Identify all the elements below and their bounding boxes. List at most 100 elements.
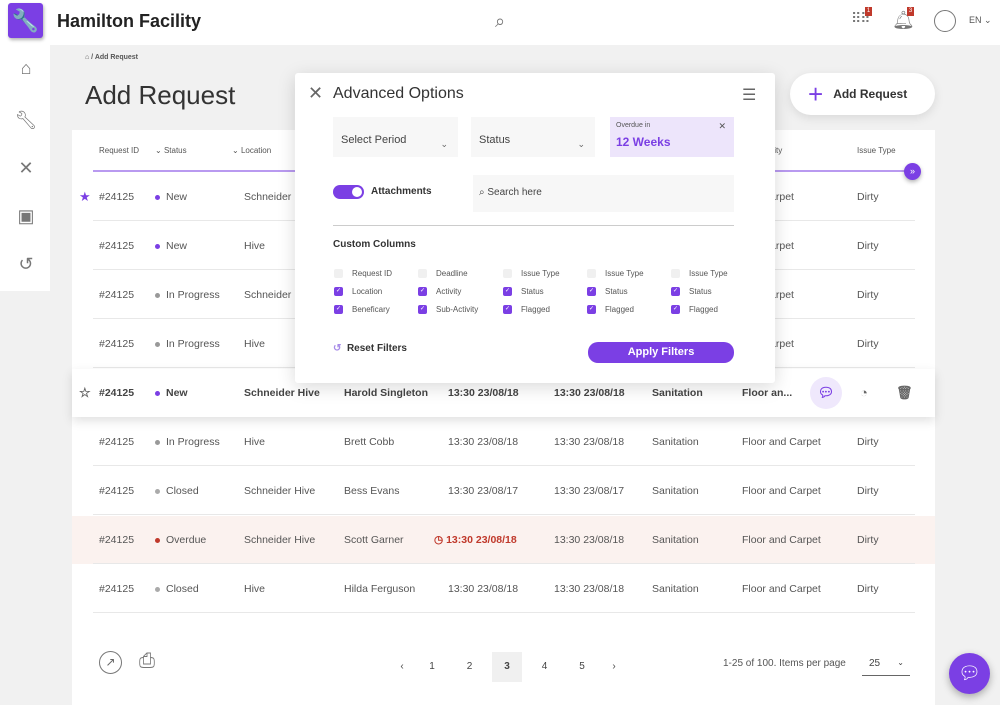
language-select[interactable]: EN ⌄ bbox=[969, 15, 992, 26]
pagination-summary: 1-25 of 100. Items per page bbox=[723, 658, 846, 669]
user-avatar-icon[interactable] bbox=[934, 10, 956, 32]
items-per-page-select[interactable]: 25 ⌄ bbox=[862, 652, 910, 676]
history-icon[interactable]: ↺ bbox=[14, 254, 38, 278]
cell-location: Schneider Hive bbox=[244, 485, 316, 497]
checkbox-label: Sub-Activity bbox=[436, 305, 479, 314]
print-icon[interactable]: ⎙ bbox=[139, 650, 155, 673]
add-tool-icon[interactable]: 🔧︎ bbox=[14, 110, 38, 134]
column-checkbox[interactable]: Request ID bbox=[334, 269, 393, 279]
resolve-icon[interactable]: ◔ bbox=[860, 369, 868, 417]
column-checkbox[interactable]: ✓ Activity bbox=[418, 287, 462, 297]
column-checkbox[interactable]: ✓ Beneficary bbox=[334, 305, 390, 315]
cell-deadline: 13:30 23/08/18 bbox=[554, 436, 625, 448]
column-checkbox[interactable]: ✓ Flagged bbox=[503, 305, 550, 315]
status-label: Overdue bbox=[166, 534, 207, 546]
table-row[interactable]: #24125 Closed Hive Hilda Ferguson 13:30 23/0… bbox=[72, 565, 935, 613]
cell-activity: Sanitation bbox=[652, 485, 699, 497]
status-select[interactable]: Status ⌄ bbox=[471, 117, 595, 157]
sliders-icon[interactable]: ☰ bbox=[742, 85, 756, 105]
comment-icon[interactable]: 💬︎ bbox=[810, 377, 842, 409]
cell-status: New bbox=[155, 222, 187, 270]
add-request-button[interactable]: + Add Request bbox=[790, 73, 935, 115]
reset-filters-button[interactable]: ↺ Reset Filters bbox=[333, 343, 407, 354]
column-checkbox[interactable]: Issue Type bbox=[671, 269, 728, 279]
tools-icon[interactable]: ✕ bbox=[14, 158, 38, 182]
search-input[interactable]: ⌕ Search here bbox=[473, 175, 734, 212]
overdue-date: 13:30 23/08/18 bbox=[446, 534, 517, 546]
cell-issue: Dirty bbox=[857, 240, 879, 252]
modal-title: Advanced Options bbox=[333, 85, 464, 102]
next-page-button[interactable]: › bbox=[599, 652, 629, 682]
page-button[interactable]: 1 bbox=[417, 652, 447, 682]
checkbox-checked-icon: ✓ bbox=[334, 305, 343, 315]
star-icon[interactable]: ★ bbox=[79, 173, 91, 221]
cell-id: #24125 bbox=[99, 387, 135, 399]
header-issue-type[interactable]: Issue Type bbox=[857, 146, 896, 155]
column-checkbox[interactable]: Issue Type bbox=[587, 269, 644, 279]
checkbox-label: Issue Type bbox=[605, 269, 644, 278]
status-dot bbox=[155, 341, 160, 347]
column-checkbox[interactable]: ✓ Sub-Activity bbox=[418, 305, 479, 315]
status-label: Closed bbox=[166, 583, 199, 595]
language-label: EN bbox=[969, 15, 982, 25]
cell-id: #24125 bbox=[99, 289, 135, 301]
column-checkbox[interactable]: Deadline bbox=[418, 269, 468, 279]
column-checkbox[interactable]: ✓ Status bbox=[671, 287, 712, 297]
attachments-toggle[interactable] bbox=[333, 185, 364, 199]
period-select[interactable]: Select Period ⌄ bbox=[333, 117, 458, 157]
header-location-label: Location bbox=[240, 146, 272, 155]
cell-name: Brett Cobb bbox=[344, 436, 395, 448]
header-request-id[interactable]: Request ID bbox=[99, 146, 139, 155]
prev-page-button[interactable]: ‹ bbox=[387, 652, 417, 682]
plus-icon: + bbox=[808, 78, 824, 109]
column-checkbox[interactable]: ✓ Location bbox=[334, 287, 382, 297]
cell-issue: Dirty bbox=[857, 436, 879, 448]
checkbox-label: Activity bbox=[436, 287, 462, 296]
remove-chip-icon[interactable]: ✕ bbox=[718, 121, 726, 132]
app-logo-wrench-icon[interactable]: 🔧 bbox=[8, 3, 43, 38]
column-checkbox[interactable]: ✓ Flagged bbox=[671, 305, 718, 315]
overdue-filter-chip[interactable]: Overdue in 12 Weeks ✕ bbox=[610, 117, 734, 157]
cell-id: #24125 bbox=[99, 191, 135, 203]
checkbox-label: Request ID bbox=[352, 269, 393, 278]
table-row[interactable]: #24125 In Progress Hive Brett Cobb 13:30 23/… bbox=[72, 418, 935, 466]
page-button[interactable]: 5 bbox=[567, 652, 597, 682]
column-checkbox[interactable]: Issue Type bbox=[503, 269, 560, 279]
cell-status: Closed bbox=[155, 565, 199, 613]
add-request-label: Add Request bbox=[833, 87, 908, 101]
checkbox-label: Status bbox=[521, 287, 544, 296]
star-icon[interactable]: ☆ bbox=[79, 369, 91, 417]
column-checkbox[interactable]: ✓ Status bbox=[587, 287, 628, 297]
status-label: Closed bbox=[166, 485, 199, 497]
cell-status: In Progress bbox=[155, 418, 220, 466]
apply-filters-button[interactable]: Apply Filters bbox=[588, 342, 734, 363]
page-button[interactable]: 2 bbox=[455, 652, 485, 682]
checkbox-unchecked-icon bbox=[334, 269, 343, 279]
header-location[interactable]: ⌄ Location bbox=[232, 146, 271, 155]
cell-issue: Dirty bbox=[857, 485, 879, 497]
cell-activity: Sanitation bbox=[652, 534, 699, 546]
dashboard-icon[interactable]: ▣ bbox=[14, 206, 38, 230]
search-icon[interactable]: ⌕ bbox=[495, 11, 505, 32]
trash-icon[interactable]: 🗑︎ bbox=[896, 369, 913, 417]
column-checkbox[interactable]: ✓ Flagged bbox=[587, 305, 634, 315]
checkbox-label: Flagged bbox=[521, 305, 550, 314]
column-checkbox[interactable]: ✓ Status bbox=[503, 287, 544, 297]
checkbox-unchecked-icon bbox=[418, 269, 427, 279]
header-status[interactable]: ⌄ Status bbox=[155, 146, 187, 155]
home-icon[interactable]: ⌂ bbox=[14, 58, 38, 82]
overdue-value: 12 Weeks bbox=[616, 135, 671, 149]
export-icon[interactable]: ↗ bbox=[99, 651, 122, 674]
chat-support-button[interactable]: 💬︎ bbox=[949, 653, 990, 694]
checkbox-label: Status bbox=[605, 287, 628, 296]
page-button[interactable]: 4 bbox=[530, 652, 560, 682]
table-row[interactable]: #24125 Overdue Schneider Hive Scott Garner ◷… bbox=[72, 516, 935, 564]
close-icon[interactable]: ✕ bbox=[308, 83, 323, 104]
cell-status: New bbox=[155, 369, 188, 417]
clock-icon: ◷ bbox=[434, 534, 447, 546]
page-button[interactable]: 3 bbox=[492, 652, 522, 682]
breadcrumb-home-icon[interactable]: ⌂ bbox=[85, 54, 89, 61]
table-row[interactable]: #24125 Closed Schneider Hive Bess Evans 13:3… bbox=[72, 467, 935, 515]
cell-issue: Dirty bbox=[857, 583, 879, 595]
checkbox-checked-icon: ✓ bbox=[418, 287, 427, 297]
